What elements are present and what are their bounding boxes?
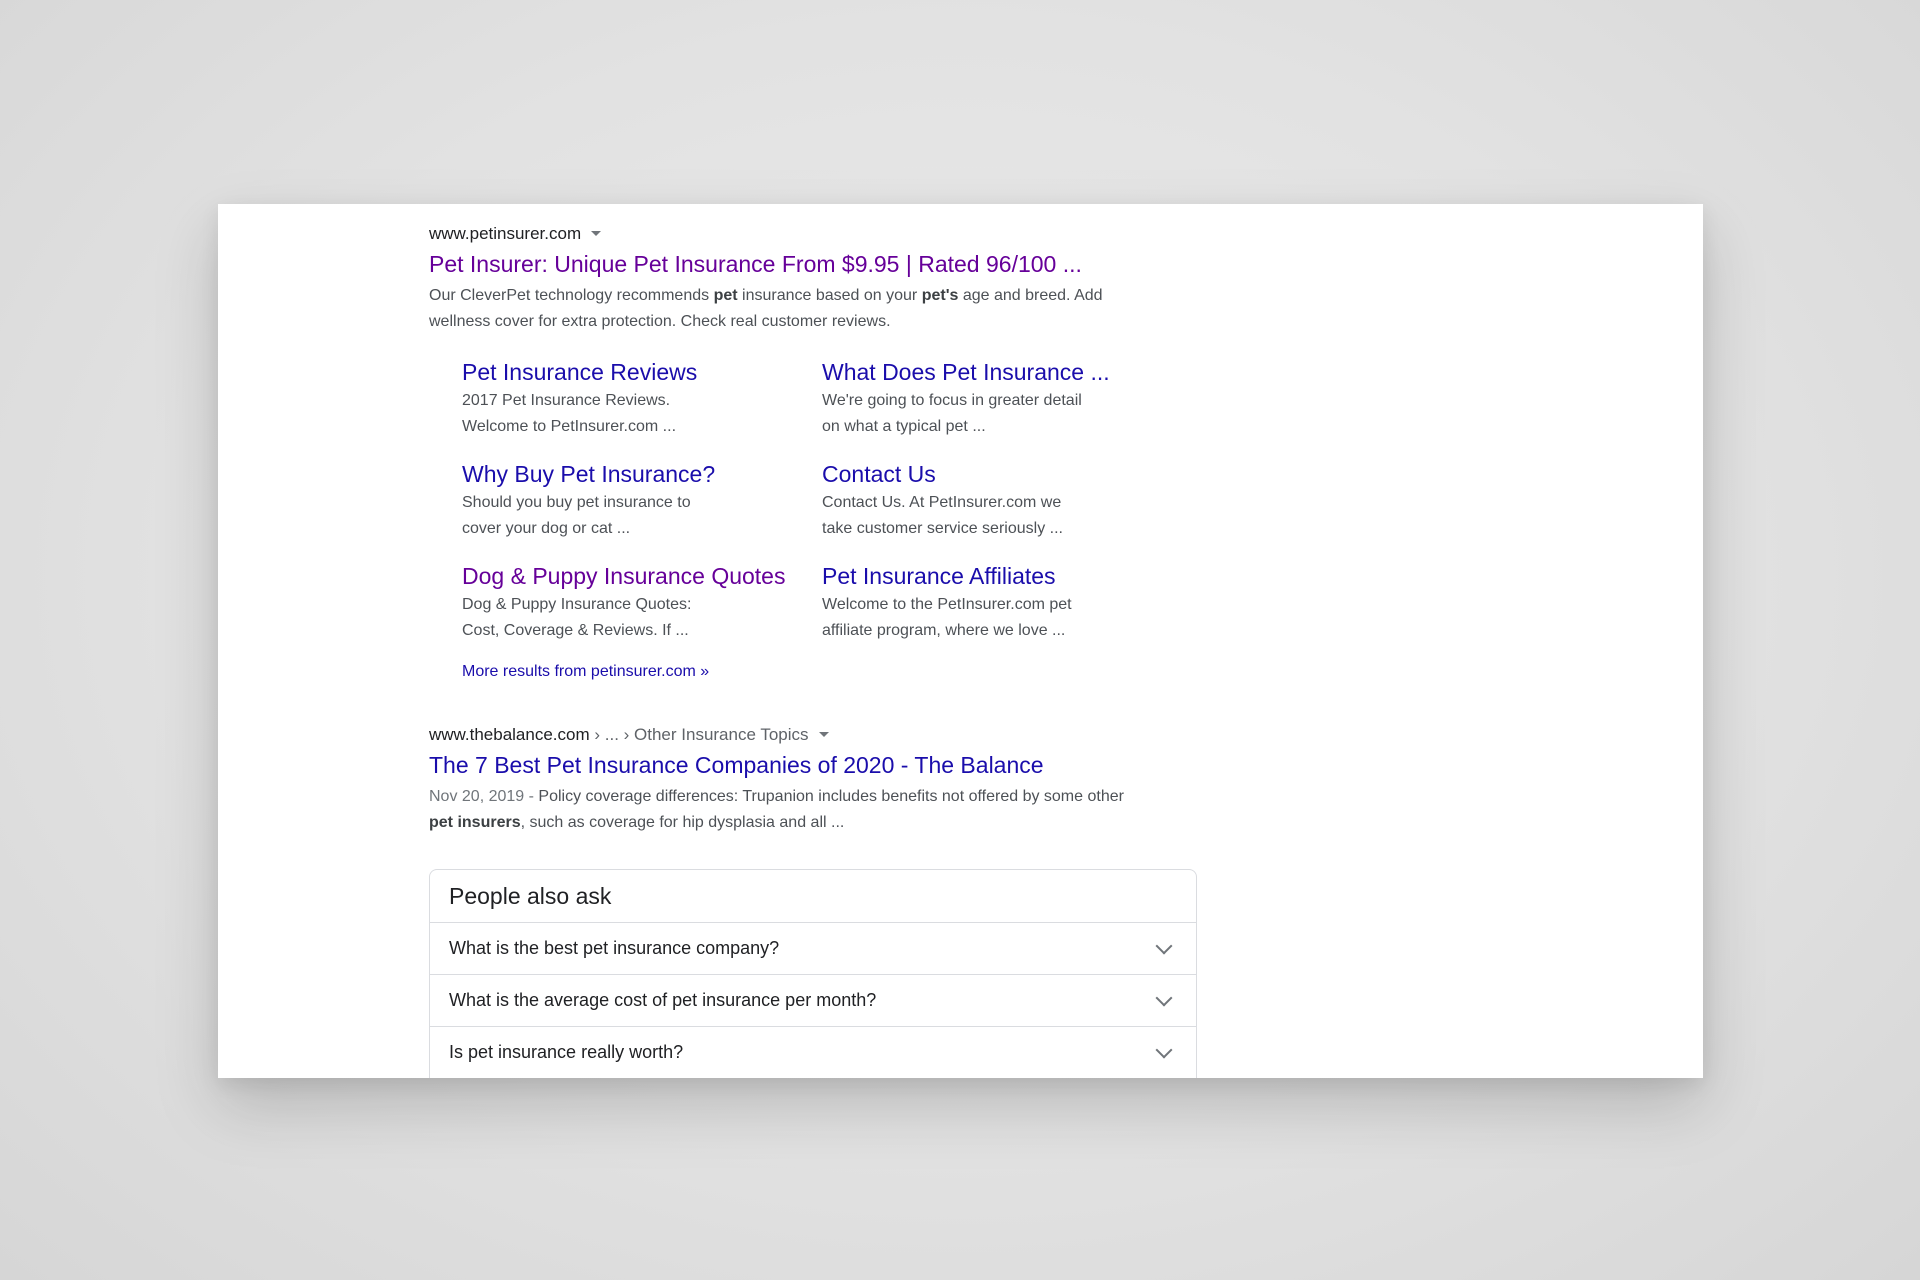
sitelink-title[interactable]: Dog & Puppy Insurance Quotes	[462, 561, 822, 591]
paa-question-text: What is the average cost of pet insuranc…	[449, 990, 877, 1010]
more-results-link[interactable]: More results from petinsurer.com »	[462, 660, 1209, 684]
result-cite: www.thebalance.com › ... › Other Insuran…	[429, 723, 1209, 747]
snippet-text: Policy coverage differences: Trupanion i…	[538, 788, 1124, 805]
result-cite: www.petinsurer.com	[429, 222, 1209, 246]
cite-url: www.petinsurer.com	[429, 224, 582, 243]
snippet-text: Our CleverPet technology recommends	[429, 287, 714, 304]
snippet-bold: pet's	[921, 287, 959, 304]
snippet-bold: pet insurers	[429, 814, 521, 831]
paa-heading: People also ask	[449, 883, 612, 909]
sitelink: Pet Insurance Reviews 2017 Pet Insurance…	[462, 357, 822, 440]
sitelink: Why Buy Pet Insurance? Should you buy pe…	[462, 459, 822, 542]
paa-question[interactable]: What is the average cost of pet insuranc…	[430, 974, 1196, 1026]
result-snippet: Our CleverPet technology recommends pet …	[429, 283, 1149, 335]
chevron-down-icon[interactable]	[1155, 1041, 1173, 1058]
snippet-text: insurance based on your	[737, 287, 922, 304]
caret-down-icon[interactable]	[591, 231, 602, 237]
people-also-ask: People also ask What is the best pet ins…	[429, 869, 1197, 1078]
cite-url: www.thebalance.com	[429, 725, 590, 744]
snippet-date: Nov 20, 2019 -	[429, 788, 539, 805]
screenshot-card: www.petinsurer.com Pet Insurer: Unique P…	[218, 204, 1703, 1078]
snippet-text: , such as coverage for hip dysplasia and…	[520, 814, 845, 831]
sitelink-desc: Welcome to the PetInsurer.com pet affili…	[822, 596, 1072, 639]
snippet-bold: pet	[713, 287, 738, 304]
chevron-down-icon[interactable]	[1155, 937, 1173, 954]
sitelink-title[interactable]: Pet Insurance Reviews	[462, 357, 822, 387]
chevron-down-icon[interactable]	[1155, 989, 1173, 1006]
cite-breadcrumb: › ... › Other Insurance Topics	[589, 725, 809, 744]
caret-down-icon[interactable]	[818, 732, 829, 738]
paa-question[interactable]: What is the best pet insurance company?	[430, 922, 1196, 974]
sitelink: Pet Insurance Affiliates Welcome to the …	[822, 561, 1182, 644]
paa-question[interactable]: Is pet insurance really worth?	[430, 1026, 1196, 1078]
sitelink-desc: Should you buy pet insurance to cover yo…	[462, 494, 691, 537]
sitelink-title[interactable]: Why Buy Pet Insurance?	[462, 459, 822, 489]
sitelink-desc: Dog & Puppy Insurance Quotes: Cost, Cove…	[462, 596, 692, 639]
sitelink: Contact Us Contact Us. At PetInsurer.com…	[822, 459, 1182, 542]
search-results: www.petinsurer.com Pet Insurer: Unique P…	[429, 222, 1209, 836]
sitelink-title[interactable]: What Does Pet Insurance ...	[822, 357, 1182, 387]
sitelink-title[interactable]: Pet Insurance Affiliates	[822, 561, 1182, 591]
sitelink-desc: We're going to focus in greater detail o…	[822, 392, 1082, 435]
sitelinks: Pet Insurance Reviews 2017 Pet Insurance…	[462, 357, 1182, 663]
result-title-link[interactable]: Pet Insurer: Unique Pet Insurance From $…	[429, 249, 1209, 279]
paa-question-text: Is pet insurance really worth?	[449, 1042, 684, 1062]
result-title-link[interactable]: The 7 Best Pet Insurance Companies of 20…	[429, 750, 1209, 780]
search-result-thebalance: www.thebalance.com › ... › Other Insuran…	[429, 723, 1209, 836]
sitelink-desc: 2017 Pet Insurance Reviews. Welcome to P…	[462, 392, 677, 435]
sitelink-desc: Contact Us. At PetInsurer.com we take cu…	[822, 494, 1063, 537]
paa-question-text: What is the best pet insurance company?	[449, 938, 780, 958]
search-result-petinsurer: www.petinsurer.com Pet Insurer: Unique P…	[429, 222, 1209, 684]
sitelink: What Does Pet Insurance ... We're going …	[822, 357, 1182, 440]
sitelink-title[interactable]: Contact Us	[822, 459, 1182, 489]
sitelink: Dog & Puppy Insurance Quotes Dog & Puppy…	[462, 561, 822, 644]
result-snippet: Nov 20, 2019 - Policy coverage differenc…	[429, 784, 1149, 836]
